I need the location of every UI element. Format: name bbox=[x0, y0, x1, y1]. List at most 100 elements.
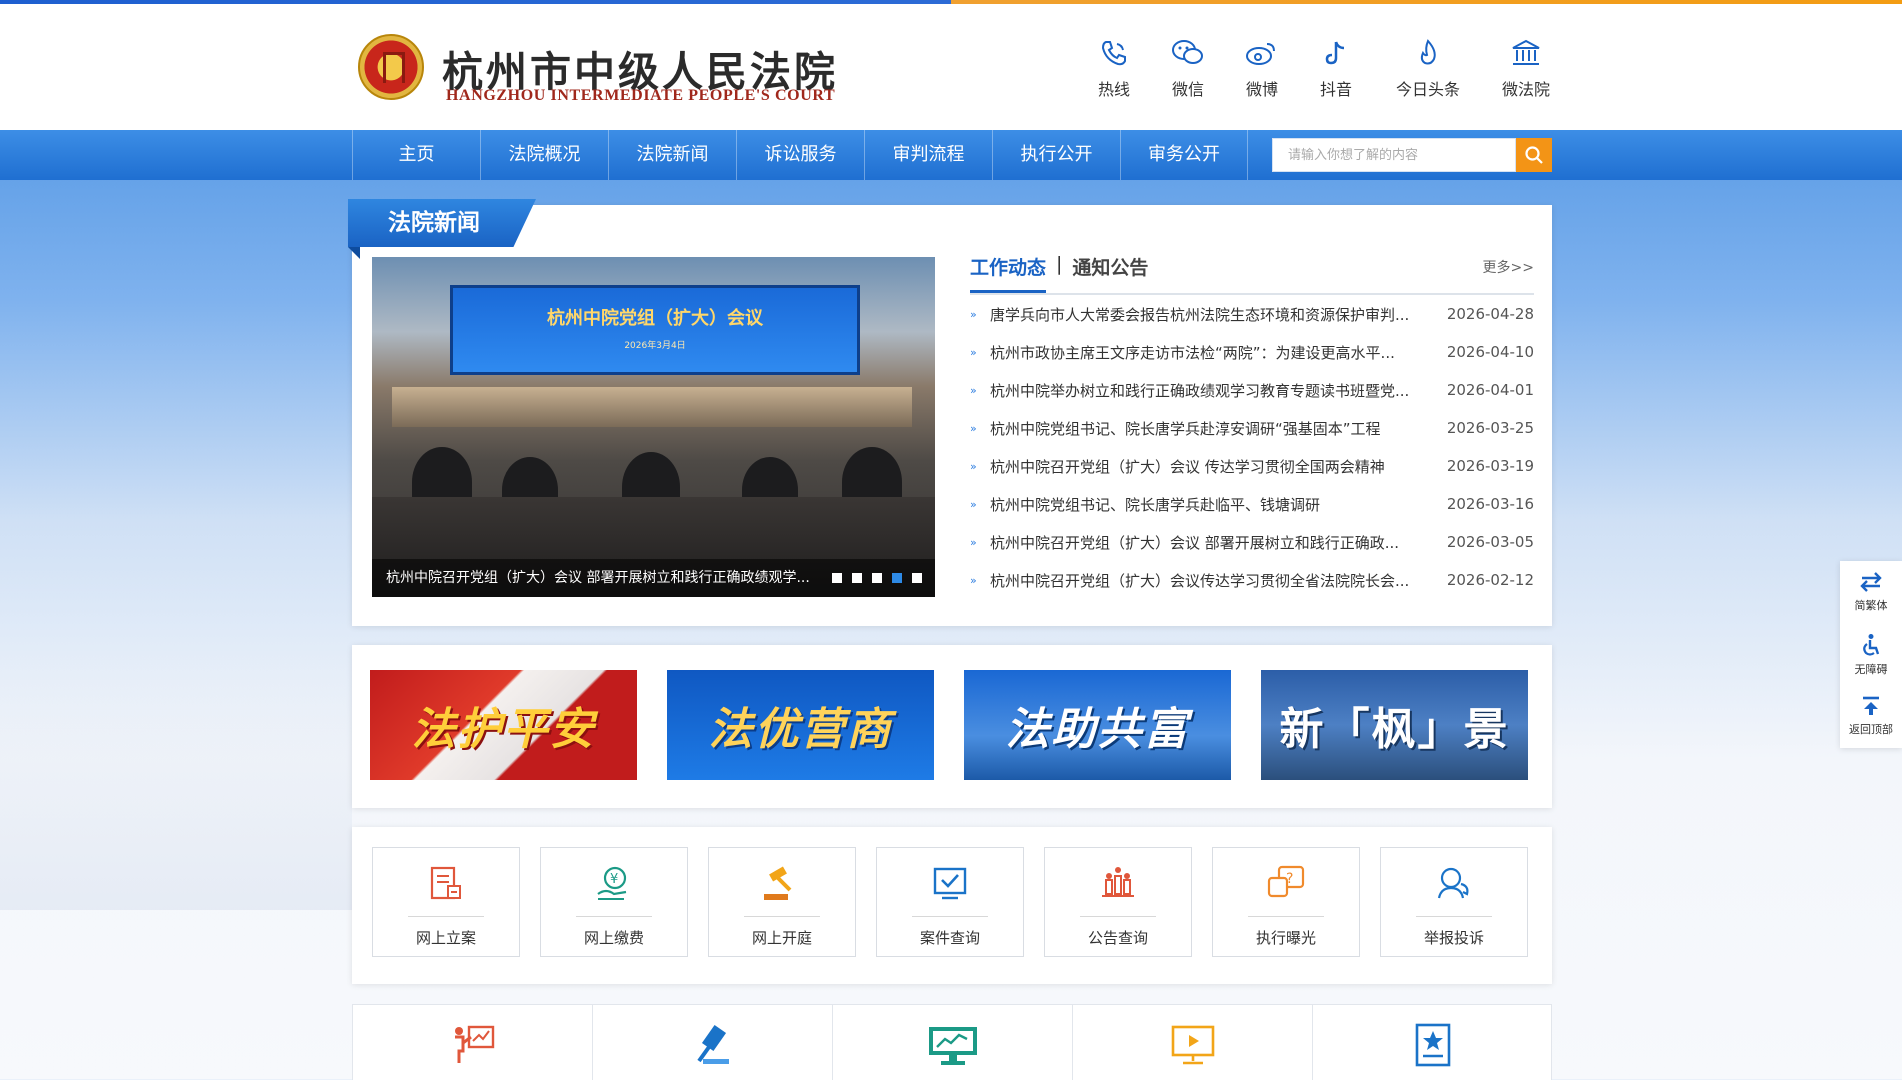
double-chevron-icon: » bbox=[970, 345, 977, 359]
service-label: 公告查询 bbox=[1087, 929, 1148, 947]
douyin-icon bbox=[1319, 38, 1353, 68]
news-tab-fold bbox=[348, 247, 360, 259]
news-tabs: 工作动态 | 通知公告 更多>> bbox=[970, 253, 1534, 295]
news-list: 工作动态 | 通知公告 更多>> » 唐学兵向市人大常委会报告杭州法院生态环境和资… bbox=[970, 253, 1534, 599]
sidebar-item-back-to-top[interactable]: 返回顶部 bbox=[1840, 685, 1902, 747]
news-date: 2026-03-19 bbox=[1446, 457, 1534, 475]
tab-work-updates[interactable]: 工作动态 bbox=[970, 253, 1047, 293]
service-label: 举报投诉 bbox=[1423, 929, 1484, 947]
nav-item-trial-process[interactable]: 审判流程 bbox=[864, 130, 992, 180]
news-title: 杭州中院党组书记、院长唐学兵赴临平、钱塘调研 bbox=[990, 495, 1321, 514]
more-services-panel bbox=[352, 1004, 1552, 1080]
banner-law-optimizes-business[interactable]: 法优营商 bbox=[667, 670, 934, 780]
court-emblem-icon[interactable] bbox=[358, 34, 424, 100]
wechat-icon bbox=[1171, 38, 1205, 68]
banner-law-protects-peace[interactable]: 法护平安 bbox=[370, 670, 637, 780]
service-divider bbox=[744, 916, 820, 917]
slide-dot-active[interactable] bbox=[892, 573, 902, 583]
nav-item-overview[interactable]: 法院概况 bbox=[480, 130, 608, 180]
bottom-service-5[interactable] bbox=[1313, 1005, 1553, 1080]
nav-item-news[interactable]: 法院新闻 bbox=[608, 130, 736, 180]
sidebar-item-traditional-chinese[interactable]: 简繁体 bbox=[1840, 561, 1902, 623]
news-title: 杭州中院党组书记、院长唐学兵赴淳安调研“强基固本”工程 bbox=[990, 419, 1381, 438]
news-list-item[interactable]: » 杭州中院党组书记、院长唐学兵赴临平、钱塘调研 2026-03-16 bbox=[970, 485, 1534, 523]
service-online-filing[interactable]: 网上立案 bbox=[372, 847, 520, 957]
news-list-item[interactable]: » 杭州中院党组书记、院长唐学兵赴淳安调研“强基固本”工程 2026-03-25 bbox=[970, 409, 1534, 447]
service-case-query[interactable]: 案件查询 bbox=[876, 847, 1024, 957]
bottom-service-4[interactable] bbox=[1073, 1005, 1313, 1080]
social-wechat[interactable]: 微信 bbox=[1152, 38, 1224, 100]
tab-announcements[interactable]: 通知公告 bbox=[1072, 253, 1148, 280]
bottom-service-2[interactable] bbox=[593, 1005, 833, 1080]
accessibility-icon bbox=[1863, 634, 1880, 656]
gavel-icon bbox=[696, 1024, 729, 1064]
news-title: 唐学兵向市人大常委会报告杭州法院生态环境和资源保护审判... bbox=[990, 305, 1410, 324]
news-title: 杭州市政协主席王文序走访市法检“两院”：为建设更高水平... bbox=[990, 343, 1395, 362]
bottom-service-3[interactable] bbox=[833, 1005, 1073, 1080]
site-subtitle: HANGZHOU INTERMEDIATE PEOPLE'S COURT bbox=[446, 87, 836, 104]
social-toutiao[interactable]: 今日头条 bbox=[1392, 38, 1464, 100]
slide-screen-date: 2026年3月4日 bbox=[624, 341, 686, 351]
star-document-icon bbox=[1415, 1023, 1451, 1067]
swap-icon bbox=[1860, 572, 1882, 592]
social-weibo[interactable]: 微博 bbox=[1226, 38, 1298, 100]
bottom-service-1[interactable] bbox=[353, 1005, 593, 1080]
service-divider bbox=[912, 916, 988, 917]
service-label: 网上开庭 bbox=[751, 929, 812, 947]
search-button[interactable] bbox=[1516, 138, 1552, 172]
service-report-complaint[interactable]: 举报投诉 bbox=[1380, 847, 1528, 957]
court-building-icon bbox=[1509, 38, 1543, 68]
service-divider bbox=[1080, 916, 1156, 917]
banner-law-helps-prosperity[interactable]: 法助共富 bbox=[964, 670, 1231, 780]
news-date: 2026-04-01 bbox=[1446, 381, 1534, 399]
slide-dot[interactable] bbox=[872, 573, 882, 583]
sidebar-item-accessibility[interactable]: 无障碍 bbox=[1840, 623, 1902, 685]
search-icon bbox=[1525, 146, 1543, 164]
nav-item-execution[interactable]: 执行公开 bbox=[992, 130, 1120, 180]
more-link[interactable]: 更多>> bbox=[1483, 257, 1534, 277]
news-date: 2026-02-12 bbox=[1446, 571, 1534, 589]
news-date: 2026-03-25 bbox=[1446, 419, 1534, 437]
service-label: 执行曝光 bbox=[1255, 929, 1316, 947]
news-title: 杭州中院举办树立和践行正确政绩观学习教育专题读书班暨党... bbox=[990, 381, 1410, 400]
phone-icon bbox=[1097, 38, 1131, 68]
search-input[interactable]: 请输入你想了解的内容 bbox=[1272, 138, 1516, 172]
social-label: 微法院 bbox=[1501, 80, 1550, 99]
slide-dot[interactable] bbox=[832, 573, 842, 583]
news-list-item[interactable]: » 唐学兵向市人大常委会报告杭州法院生态环境和资源保护审判... 2026-04-2… bbox=[970, 295, 1534, 333]
service-notice-query[interactable]: 公告查询 bbox=[1044, 847, 1192, 957]
tab-separator: | bbox=[1056, 253, 1063, 275]
news-list-item[interactable]: » 杭州市政协主席王文序走访市法检“两院”：为建设更高水平... 2026-04-1… bbox=[970, 333, 1534, 371]
social-douyin[interactable]: 抖音 bbox=[1300, 38, 1372, 100]
nav-item-litigation[interactable]: 诉讼服务 bbox=[736, 130, 864, 180]
nav-item-affairs[interactable]: 审务公开 bbox=[1120, 130, 1248, 180]
toutiao-icon bbox=[1411, 38, 1445, 68]
presenter-chart-icon bbox=[454, 1025, 494, 1063]
slide-dot[interactable] bbox=[912, 573, 922, 583]
slide-dot[interactable] bbox=[852, 573, 862, 583]
news-list-item[interactable]: » 杭州中院召开党组（扩大）会议 传达学习贯彻全国两会精神 2026-03-19 bbox=[970, 447, 1534, 485]
slide-pagination bbox=[832, 573, 922, 583]
social-label: 今日头条 bbox=[1395, 80, 1460, 99]
service-online-hearing[interactable]: 网上开庭 bbox=[708, 847, 856, 957]
service-execution-exposure[interactable]: ? 执行曝光 bbox=[1212, 847, 1360, 957]
news-list-item[interactable]: » 杭州中院举办树立和践行正确政绩观学习教育专题读书班暨党... 2026-04-0… bbox=[970, 371, 1534, 409]
social-label: 微信 bbox=[1171, 80, 1204, 99]
news-slideshow[interactable]: 杭州中院党组（扩大）会议 2026年3月4日 杭州中院召开党组（扩大）会议 部署… bbox=[372, 257, 935, 597]
sidebar-label: 返回顶部 bbox=[1849, 723, 1893, 736]
news-list-item[interactable]: » 杭州中院召开党组（扩大）会议 部署开展树立和践行正确政... 2026-03-0… bbox=[970, 523, 1534, 561]
svg-text:¥: ¥ bbox=[610, 872, 618, 887]
service-online-payment[interactable]: ¥ 网上缴费 bbox=[540, 847, 688, 957]
banner-new-maple-scene[interactable]: 新「枫」景 bbox=[1261, 670, 1528, 780]
notice-query-icon bbox=[1096, 864, 1140, 904]
slide-screen-title: 杭州中院党组（扩大）会议 bbox=[547, 308, 763, 329]
floating-sidebar: 简繁体 无障碍 返回顶部 bbox=[1840, 561, 1902, 748]
social-micro-court[interactable]: 微法院 bbox=[1490, 38, 1562, 100]
nav-item-home[interactable]: 主页 bbox=[352, 130, 480, 180]
online-hearing-icon bbox=[760, 864, 804, 904]
social-hotline[interactable]: 热线 bbox=[1078, 38, 1150, 100]
double-chevron-icon: » bbox=[970, 497, 977, 511]
sidebar-label: 无障碍 bbox=[1854, 663, 1888, 676]
news-list-item[interactable]: » 杭州中院召开党组（扩大）会议传达学习贯彻全省法院院长会... 2026-02-1… bbox=[970, 561, 1534, 599]
double-chevron-icon: » bbox=[970, 307, 977, 321]
